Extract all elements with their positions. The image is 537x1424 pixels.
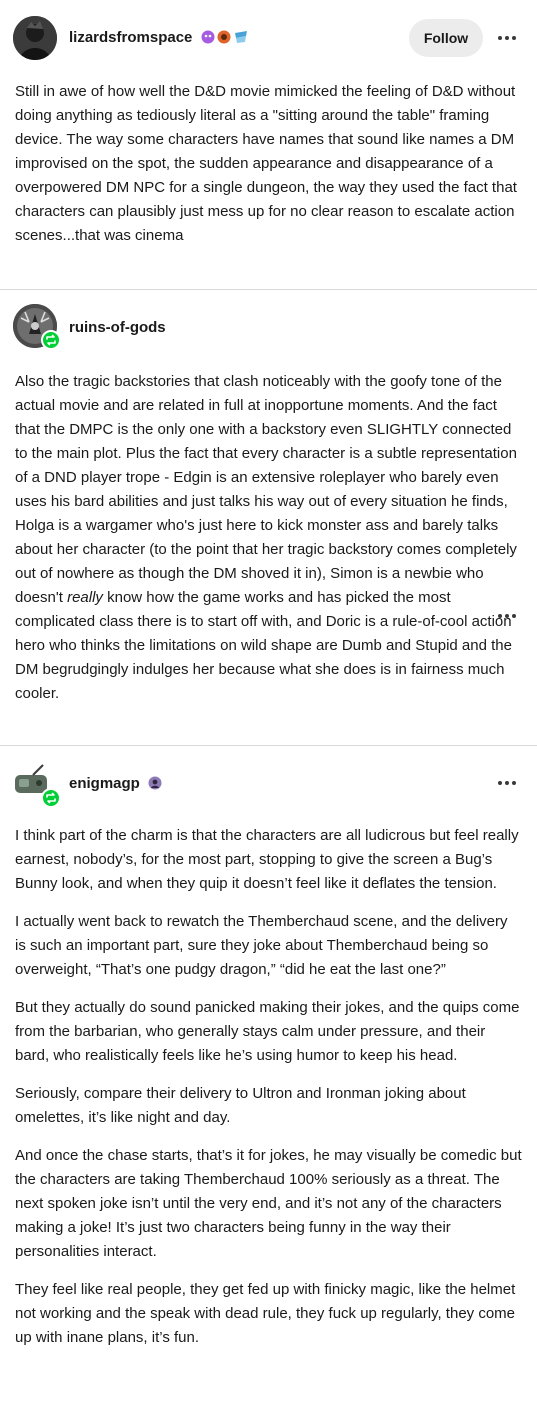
post-paragraph: And once the chase starts, that’s it for… — [15, 1147, 522, 1260]
username[interactable]: ruins-of-gods — [69, 319, 166, 336]
post-paragraph: Still in awe of how well the D&D movie m… — [15, 83, 517, 244]
avatar[interactable] — [13, 16, 57, 60]
post-header: lizardsfromspace Follow — [0, 0, 537, 76]
post-ruins-of-gods: ruins-of-gods Also the tragic backstorie… — [0, 290, 537, 746]
post-paragraph: But they actually do sound panicked maki… — [15, 999, 520, 1064]
post-paragraph: I think part of the charm is that the ch… — [15, 827, 519, 892]
blog-badges — [201, 30, 249, 44]
post-body: Still in awe of how well the D&D movie m… — [0, 76, 537, 248]
post-header: enigmagp — [0, 746, 537, 824]
post-paragraph: Seriously, compare their delivery to Ult… — [15, 1085, 466, 1126]
blog-badges — [148, 776, 162, 790]
post-lizardsfromspace: lizardsfromspace Follow Still in awe of … — [0, 0, 537, 290]
post-enigmagp: enigmagp I think part of the charm is th… — [0, 746, 537, 1350]
blog-badge-icon — [201, 30, 215, 44]
username[interactable]: lizardsfromspace — [69, 29, 192, 46]
follow-button[interactable]: Follow — [409, 19, 483, 57]
more-options-icon[interactable] — [495, 31, 519, 45]
emphasis: really — [67, 589, 103, 606]
more-options-icon[interactable] — [495, 776, 519, 790]
reblog-icon — [41, 788, 61, 808]
post-body: Also the tragic backstories that clash n… — [0, 366, 537, 706]
post-paragraph: Also the tragic backstories that clash n… — [15, 373, 517, 702]
blog-badge-icon — [235, 31, 247, 43]
post-body: I think part of the charm is that the ch… — [0, 824, 537, 1350]
more-options-icon[interactable] — [495, 609, 519, 623]
blog-badge-icon — [148, 776, 162, 790]
post-header: ruins-of-gods — [0, 290, 537, 618]
post-paragraph: I actually went back to rewatch the Them… — [15, 913, 508, 978]
username[interactable]: enigmagp — [69, 775, 140, 792]
blog-badge-icon — [217, 30, 231, 44]
post-paragraph: They feel like real people, they get fed… — [15, 1281, 516, 1346]
reblog-icon — [41, 330, 61, 350]
